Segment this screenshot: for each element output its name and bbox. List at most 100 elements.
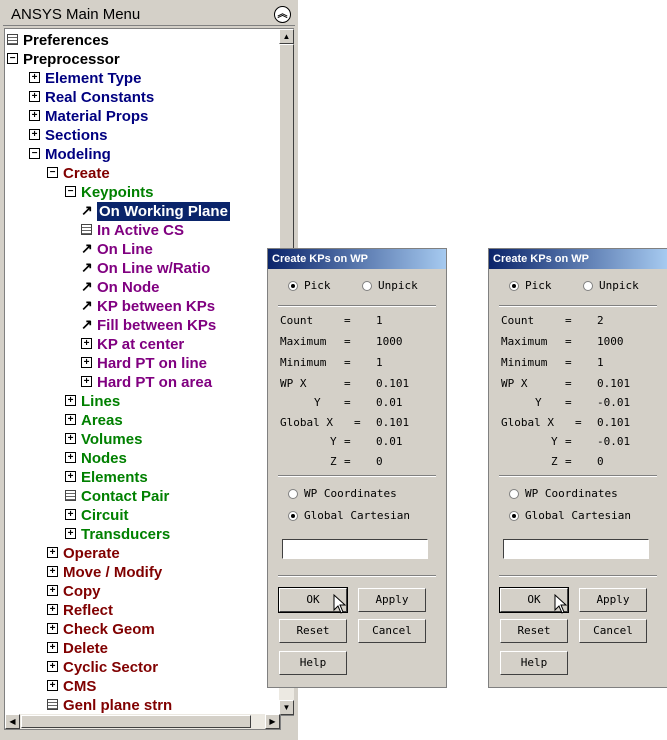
unpick-label: Unpick xyxy=(378,279,418,292)
horizontal-scrollbar[interactable]: ◀ ▶ xyxy=(4,714,281,730)
collapse-minus-icon[interactable]: − xyxy=(29,148,40,159)
double-chevron-up-icon[interactable]: ︽ xyxy=(274,6,291,23)
expand-plus-icon[interactable]: + xyxy=(47,585,58,596)
expand-plus-icon[interactable]: + xyxy=(81,357,92,368)
pick-entry-input[interactable] xyxy=(282,539,428,559)
pick-entry-input[interactable] xyxy=(503,539,649,559)
menu-item-label: On Line xyxy=(97,241,153,258)
collapse-minus-icon[interactable]: − xyxy=(7,53,18,64)
global-z-value: 0 xyxy=(376,455,383,468)
expand-plus-icon[interactable]: + xyxy=(47,642,58,653)
equals-sign: = xyxy=(354,416,361,429)
expand-plus-icon[interactable]: + xyxy=(47,661,58,672)
expand-plus-icon[interactable]: + xyxy=(81,338,92,349)
pick-radio[interactable]: Pick xyxy=(288,279,331,292)
expand-plus-icon[interactable]: + xyxy=(65,414,76,425)
scroll-up-arrow-icon[interactable]: ▲ xyxy=(279,29,294,44)
page-icon[interactable] xyxy=(65,490,76,501)
expand-plus-icon[interactable]: + xyxy=(29,129,40,140)
expand-plus-icon[interactable]: + xyxy=(47,547,58,558)
scroll-right-arrow-icon[interactable]: ▶ xyxy=(265,714,280,729)
expand-plus-icon[interactable]: + xyxy=(65,433,76,444)
menu-item-label: Volumes xyxy=(81,431,143,448)
expand-plus-icon[interactable]: + xyxy=(65,395,76,406)
expand-plus-icon[interactable]: + xyxy=(47,680,58,691)
expand-plus-icon[interactable]: + xyxy=(29,72,40,83)
equals-sign: = xyxy=(565,455,572,468)
expand-plus-icon[interactable]: + xyxy=(65,471,76,482)
global-cartesian-radio[interactable]: Global Cartesian xyxy=(509,509,631,522)
menu-item-label: Contact Pair xyxy=(81,488,170,505)
count-label: Count xyxy=(501,314,535,327)
cancel-button[interactable]: Cancel xyxy=(579,619,647,643)
radio-unselected-icon xyxy=(509,489,519,499)
page-icon[interactable] xyxy=(7,34,18,45)
pick-arrow-icon[interactable]: ↗ xyxy=(81,317,93,331)
apply-button[interactable]: Apply xyxy=(579,588,647,612)
mouse-cursor-icon xyxy=(333,593,347,614)
pick-arrow-icon[interactable]: ↗ xyxy=(81,260,93,274)
menu-item-label: KP at center xyxy=(97,336,185,353)
expand-plus-icon[interactable]: + xyxy=(29,91,40,102)
page-icon[interactable] xyxy=(81,224,92,235)
menu-title-bar: ANSYS Main Menu ︽ xyxy=(3,3,295,26)
reset-button[interactable]: Reset xyxy=(500,619,568,643)
menu-item-label: On Line w/Ratio xyxy=(97,260,211,277)
wp-coordinates-radio[interactable]: WP Coordinates xyxy=(509,487,618,500)
help-button[interactable]: Help xyxy=(500,651,568,675)
pick-arrow-icon[interactable]: ↗ xyxy=(81,279,93,293)
scroll-down-arrow-icon[interactable]: ▼ xyxy=(279,700,294,715)
separator xyxy=(499,475,657,477)
wp-coordinates-radio[interactable]: WP Coordinates xyxy=(288,487,397,500)
menu-item-label: Genl plane strn xyxy=(63,697,173,714)
wp-y-value: -0.01 xyxy=(597,396,631,409)
menu-tree: Preferences − Preprocessor + Element Type + Re… xyxy=(4,28,280,716)
horizontal-scroll-thumb[interactable] xyxy=(21,715,251,728)
global-y-label: Y xyxy=(551,435,558,448)
equals-sign: = xyxy=(344,314,351,327)
expand-plus-icon[interactable]: + xyxy=(65,528,76,539)
global-y-value: 0.01 xyxy=(376,435,403,448)
global-cartesian-label: Global Cartesian xyxy=(525,509,631,522)
expand-plus-icon[interactable]: + xyxy=(65,509,76,520)
pick-radio[interactable]: Pick xyxy=(509,279,552,292)
radio-unselected-icon xyxy=(288,489,298,499)
expand-plus-icon[interactable]: + xyxy=(65,452,76,463)
unpick-radio[interactable]: Unpick xyxy=(362,279,418,292)
menu-item-label: Preprocessor xyxy=(23,51,120,68)
expand-plus-icon[interactable]: + xyxy=(47,623,58,634)
menu-item-label: On Node xyxy=(97,279,160,296)
equals-sign: = xyxy=(344,335,351,348)
collapse-minus-icon[interactable]: − xyxy=(65,186,76,197)
menu-item-label: Hard PT on line xyxy=(97,355,208,372)
pick-arrow-icon[interactable]: ↗ xyxy=(81,241,93,255)
menu-item-label: Cyclic Sector xyxy=(63,659,159,676)
wp-coordinates-label: WP Coordinates xyxy=(525,487,618,500)
cancel-button[interactable]: Cancel xyxy=(358,619,426,643)
mouse-cursor-icon xyxy=(554,593,568,614)
expand-plus-icon[interactable]: + xyxy=(47,604,58,615)
collapse-minus-icon[interactable]: − xyxy=(47,167,58,178)
apply-button[interactable]: Apply xyxy=(358,588,426,612)
menu-item-label: Material Props xyxy=(45,108,149,125)
expand-plus-icon[interactable]: + xyxy=(47,566,58,577)
wp-coordinates-label: WP Coordinates xyxy=(304,487,397,500)
scroll-left-arrow-icon[interactable]: ◀ xyxy=(5,714,20,729)
expand-plus-icon[interactable]: + xyxy=(81,376,92,387)
radio-selected-icon xyxy=(509,281,519,291)
menu-item-label: Transducers xyxy=(81,526,171,543)
pick-arrow-icon[interactable]: ↗ xyxy=(81,203,93,217)
wp-x-value: 0.101 xyxy=(597,377,631,390)
pick-arrow-icon[interactable]: ↗ xyxy=(81,298,93,312)
unpick-radio[interactable]: Unpick xyxy=(583,279,639,292)
expand-plus-icon[interactable]: + xyxy=(29,110,40,121)
wp-y-value: 0.01 xyxy=(376,396,403,409)
global-x-value: 0.101 xyxy=(376,416,410,429)
radio-selected-icon xyxy=(288,281,298,291)
menu-item-label: Operate xyxy=(63,545,120,562)
global-z-value: 0 xyxy=(597,455,604,468)
help-button[interactable]: Help xyxy=(279,651,347,675)
reset-button[interactable]: Reset xyxy=(279,619,347,643)
page-icon[interactable] xyxy=(47,699,58,710)
global-cartesian-radio[interactable]: Global Cartesian xyxy=(288,509,410,522)
